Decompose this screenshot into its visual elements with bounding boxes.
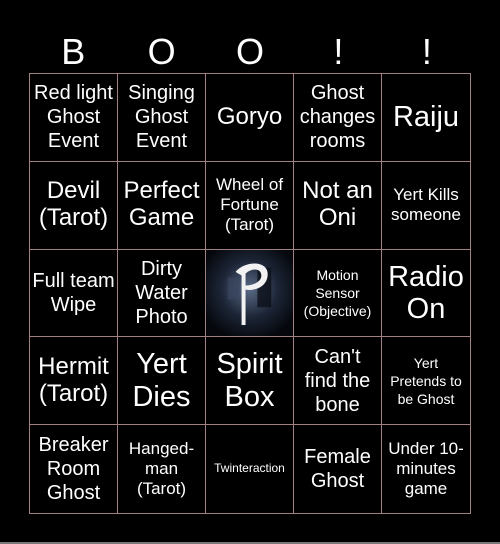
bingo-cell-text: Motion Sensor (Objective) bbox=[303, 266, 372, 320]
bingo-grid: Red light Ghost Event Singing Ghost Event… bbox=[29, 73, 471, 514]
bingo-cell[interactable]: Spirit Box bbox=[206, 337, 294, 426]
bingo-cell[interactable]: Hermit (Tarot) bbox=[30, 337, 118, 426]
free-space-cell[interactable] bbox=[206, 249, 294, 338]
header-letter: ! bbox=[421, 31, 432, 72]
bingo-cell[interactable]: Dirty Water Photo bbox=[118, 249, 206, 338]
bingo-cell-text: Breaker Room Ghost bbox=[38, 434, 109, 505]
bingo-cell-text: Yert Kills someone bbox=[391, 184, 461, 225]
bingo-cell[interactable]: Yert Dies bbox=[118, 337, 206, 426]
bingo-cell-text: Hermit (Tarot) bbox=[38, 352, 109, 407]
bingo-cell-text: Full team Wipe bbox=[32, 269, 115, 316]
bingo-cell[interactable]: Not an Oni bbox=[294, 161, 382, 250]
bingo-cell[interactable]: Motion Sensor (Objective) bbox=[294, 249, 382, 338]
bingo-cell-text: Goryo bbox=[216, 102, 283, 130]
bingo-cell-text: Spirit Box bbox=[216, 348, 283, 413]
bingo-cell[interactable]: Yert Pretends to be Ghost bbox=[382, 337, 470, 426]
bingo-cell-text: Singing Ghost Event bbox=[128, 82, 195, 153]
bingo-cell[interactable]: Under 10-minutes game bbox=[382, 425, 470, 513]
bingo-cell[interactable]: Wheel of Fortune (Tarot) bbox=[206, 161, 294, 250]
header-letter: O bbox=[147, 31, 176, 72]
bingo-cell[interactable]: Female Ghost bbox=[294, 425, 382, 513]
bingo-cell-text: Ghost changes rooms bbox=[299, 82, 376, 153]
bingo-cell-text: Radio On bbox=[388, 260, 464, 325]
bingo-cell[interactable]: Can't find the bone bbox=[294, 337, 382, 426]
bingo-cell-text: Can't find the bone bbox=[304, 345, 371, 416]
bingo-cell[interactable]: Singing Ghost Event bbox=[118, 74, 206, 162]
bingo-cell-text: Under 10-minutes game bbox=[388, 438, 464, 499]
bingo-cell-text: Not an Oni bbox=[302, 177, 373, 232]
bingo-cell[interactable]: Twinteraction bbox=[206, 425, 294, 513]
bingo-cell[interactable]: Full team Wipe bbox=[30, 249, 118, 338]
bingo-cell-text: Female Ghost bbox=[304, 446, 371, 493]
bingo-cell-text: Raiju bbox=[392, 101, 460, 134]
phasmophobia-logo-icon bbox=[206, 249, 293, 337]
bingo-cell-text: Devil (Tarot) bbox=[38, 177, 109, 232]
bingo-cell[interactable]: Hanged-man (Tarot) bbox=[118, 425, 206, 513]
bingo-cell[interactable]: Red light Ghost Event bbox=[30, 74, 118, 162]
bingo-cell-text: Perfect Game bbox=[123, 177, 200, 232]
bingo-cell-text: Yert Pretends to be Ghost bbox=[390, 354, 462, 407]
bingo-cell[interactable]: Perfect Game bbox=[118, 161, 206, 250]
bingo-cell-text: Twinteraction bbox=[214, 461, 285, 476]
header-letter: ! bbox=[333, 31, 344, 72]
bingo-cell[interactable]: Radio On bbox=[382, 250, 470, 338]
bingo-cell[interactable]: Raiju bbox=[382, 74, 470, 162]
bingo-cell[interactable]: Breaker Room Ghost bbox=[30, 425, 118, 513]
header-letter: B bbox=[61, 31, 86, 72]
bingo-cell-text: Yert Dies bbox=[132, 348, 191, 413]
bingo-cell[interactable]: Yert Kills someone bbox=[382, 162, 470, 250]
bingo-header: B O O ! ! bbox=[29, 30, 471, 73]
bingo-cell-text: Dirty Water Photo bbox=[135, 257, 188, 328]
header-letter: O bbox=[236, 31, 265, 72]
bingo-cell-text: Hanged-man (Tarot) bbox=[128, 438, 195, 499]
bingo-cell-text: Red light Ghost Event bbox=[34, 82, 113, 153]
bingo-cell-text: Wheel of Fortune (Tarot) bbox=[215, 174, 284, 235]
bingo-cell[interactable]: Devil (Tarot) bbox=[30, 161, 118, 250]
bingo-cell[interactable]: Ghost changes rooms bbox=[294, 74, 382, 162]
bingo-cell[interactable]: Goryo bbox=[206, 74, 294, 162]
